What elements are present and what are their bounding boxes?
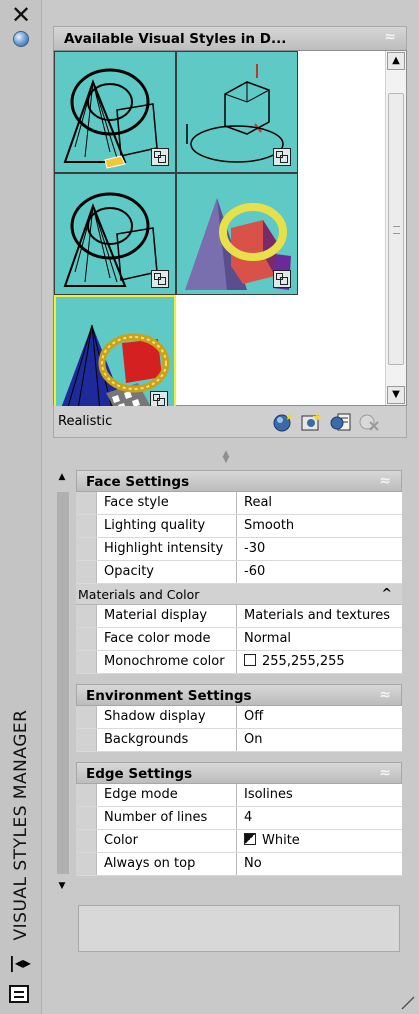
scroll-down-arrow-icon[interactable]: ▼: [387, 386, 405, 404]
property-name: Edge mode: [97, 784, 237, 806]
visual-styles-gallery-panel: Available Visual Styles in D... ≈ ▲ ▼ Re…: [53, 26, 407, 444]
style-badge-icon: [273, 270, 291, 288]
style-thumbnail-realistic[interactable]: [54, 295, 176, 417]
style-badge-icon: [151, 270, 169, 288]
property-name: Backgrounds: [97, 729, 237, 751]
scrollbar-thumb[interactable]: [388, 93, 404, 365]
property-value[interactable]: 255,255,255: [237, 651, 402, 673]
property-value[interactable]: Normal: [237, 628, 402, 650]
property-name: Shadow display: [97, 706, 237, 728]
properties-scroll-track[interactable]: [57, 492, 69, 874]
face-settings-section: Face Settings ≈ Face style Real Lighting…: [76, 470, 402, 674]
environment-settings-header[interactable]: Environment Settings ≈: [76, 684, 402, 706]
apply-to-viewport-icon[interactable]: [300, 412, 322, 432]
close-icon[interactable]: ✕: [11, 3, 31, 27]
style-thumbnail-3d-wireframe[interactable]: [54, 51, 176, 173]
property-row-color[interactable]: Color White: [76, 830, 402, 853]
collapse-chevron-icon[interactable]: ≈: [379, 765, 391, 781]
section-title: Face Settings: [86, 474, 190, 490]
visual-style-properties: Face Settings ≈ Face style Real Lighting…: [76, 470, 402, 886]
palette-title-bar: ✕ VISUAL STYLES MANAGER |◂▸: [0, 0, 42, 1014]
property-name: Highlight intensity: [97, 538, 237, 560]
collapse-chevron-icon[interactable]: ≈: [379, 473, 391, 489]
subsection-title: Materials and Color: [78, 587, 200, 602]
palette-title: VISUAL STYLES MANAGER: [6, 685, 36, 965]
property-value-text: White: [262, 833, 300, 848]
property-name: Lighting quality: [97, 515, 237, 537]
palette-title-text: VISUAL STYLES MANAGER: [11, 709, 31, 941]
gallery-header-label: Available Visual Styles in D...: [64, 31, 287, 47]
property-value[interactable]: White: [237, 830, 402, 852]
selected-style-label: Realistic: [58, 414, 113, 429]
property-value[interactable]: Off: [237, 706, 402, 728]
property-name: Opacity: [97, 561, 237, 583]
gallery-toolbar: Realistic: [53, 406, 407, 438]
property-value[interactable]: -30: [237, 538, 402, 560]
property-value[interactable]: Isolines: [237, 784, 402, 806]
property-value[interactable]: On: [237, 729, 402, 751]
property-row-always-on-top[interactable]: Always on top No: [76, 853, 402, 876]
property-value[interactable]: No: [237, 853, 402, 875]
property-name: Material display: [97, 605, 237, 627]
style-badge-icon: [151, 148, 169, 166]
property-row-material-display[interactable]: Material display Materials and textures: [76, 605, 402, 628]
property-row-shadow-display[interactable]: Shadow display Off: [76, 706, 402, 729]
property-value[interactable]: Real: [237, 492, 402, 514]
property-name: Face color mode: [97, 628, 237, 650]
property-row-highlight-intensity[interactable]: Highlight intensity -30: [76, 538, 402, 561]
property-value-text: 255,255,255: [262, 654, 345, 669]
edge-settings-section: Edge Settings ≈ Edge mode Isolines Numbe…: [76, 762, 402, 876]
section-title: Edge Settings: [86, 766, 193, 782]
style-thumbnail-conceptual[interactable]: [176, 173, 298, 295]
property-row-monochrome-color[interactable]: Monochrome color 255,255,255: [76, 651, 402, 674]
visual-styles-gallery: ▲ ▼: [53, 50, 407, 417]
properties-scroll-down-icon[interactable]: ▼: [55, 879, 69, 893]
color-swatch-icon: [244, 833, 256, 845]
collapse-palette-icon[interactable]: |◂▸: [9, 954, 31, 972]
environment-settings-section: Environment Settings ≈ Shadow display Of…: [76, 684, 402, 752]
property-row-edge-mode[interactable]: Edge mode Isolines: [76, 784, 402, 807]
property-value[interactable]: 4: [237, 807, 402, 829]
section-title: Environment Settings: [86, 688, 252, 704]
gallery-scrollbar[interactable]: ▲ ▼: [385, 51, 406, 405]
gallery-header[interactable]: Available Visual Styles in D... ≈: [53, 26, 407, 50]
property-row-backgrounds[interactable]: Backgrounds On: [76, 729, 402, 752]
collapse-chevron-icon[interactable]: ≈: [384, 29, 396, 45]
property-name: Monochrome color: [97, 651, 237, 673]
property-row-face-color-mode[interactable]: Face color mode Normal: [76, 628, 402, 651]
autohide-icon[interactable]: [13, 31, 29, 47]
collapse-caret-icon[interactable]: ^: [382, 585, 392, 600]
export-to-tool-palette-icon[interactable]: [330, 412, 352, 432]
delete-visual-style-icon[interactable]: [358, 412, 380, 432]
property-row-number-of-lines[interactable]: Number of lines 4: [76, 807, 402, 830]
property-name: Face style: [97, 492, 237, 514]
style-thumbnail-2d-wireframe[interactable]: [176, 51, 298, 173]
style-thumbnail-3d-hidden[interactable]: [54, 173, 176, 295]
scroll-up-arrow-icon[interactable]: ▲: [387, 52, 405, 70]
property-description-box: [78, 905, 400, 952]
style-badge-icon: [273, 148, 291, 166]
collapse-chevron-icon[interactable]: ≈: [379, 687, 391, 703]
edge-settings-header[interactable]: Edge Settings ≈: [76, 762, 402, 784]
properties-scrollbar[interactable]: ▲ ▼: [53, 470, 71, 895]
properties-menu-icon[interactable]: [9, 985, 29, 1003]
property-name: Color: [97, 830, 237, 852]
property-value[interactable]: Materials and textures: [237, 605, 402, 627]
face-settings-header[interactable]: Face Settings ≈: [76, 470, 402, 492]
property-row-opacity[interactable]: Opacity -60: [76, 561, 402, 584]
property-value[interactable]: Smooth: [237, 515, 402, 537]
materials-and-color-subheader[interactable]: Materials and Color ^: [76, 584, 402, 605]
color-swatch-icon: [244, 654, 256, 666]
properties-scroll-up-icon[interactable]: ▲: [55, 470, 69, 484]
property-row-face-style[interactable]: Face style Real: [76, 492, 402, 515]
property-row-lighting-quality[interactable]: Lighting quality Smooth: [76, 515, 402, 538]
property-name: Always on top: [97, 853, 237, 875]
property-name: Number of lines: [97, 807, 237, 829]
property-value[interactable]: -60: [237, 561, 402, 583]
panel-splitter-handle[interactable]: ▲ ▼: [219, 450, 233, 465]
resize-grip-icon[interactable]: [401, 996, 415, 1010]
create-new-visual-style-icon[interactable]: [272, 412, 294, 432]
